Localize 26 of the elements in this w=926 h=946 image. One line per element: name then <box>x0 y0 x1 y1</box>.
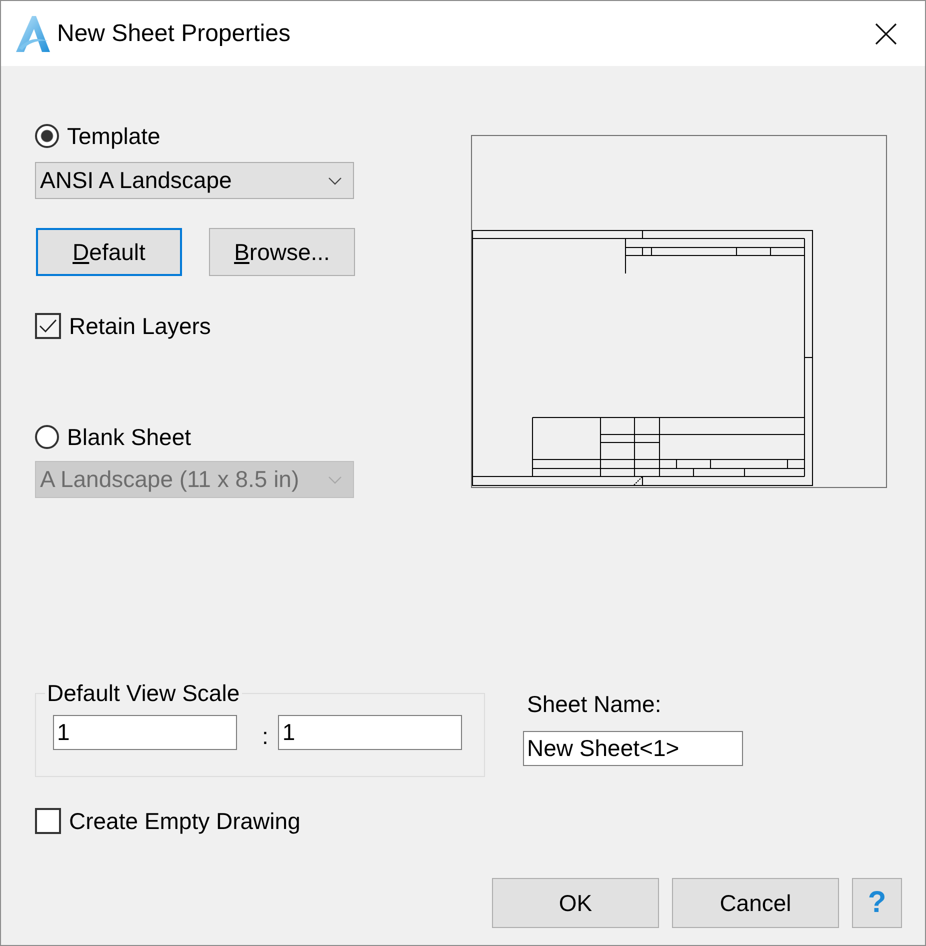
ratio-separator: : <box>262 724 268 750</box>
blank-sheet-option-label: Blank Sheet <box>67 425 192 449</box>
app-logo-icon <box>15 14 51 52</box>
chevron-down-icon <box>328 176 342 184</box>
close-icon <box>875 22 897 44</box>
radio-button[interactable] <box>35 124 59 148</box>
create-empty-drawing-label: Create Empty Drawing <box>69 809 300 833</box>
cancel-button[interactable]: Cancel <box>672 878 839 928</box>
view-scale-group-label: Default View Scale <box>46 681 241 705</box>
window-title: New Sheet Properties <box>57 18 290 48</box>
sheet-name-label: Sheet Name: <box>526 692 662 716</box>
browse-button[interactable]: Browse... <box>209 228 355 276</box>
sheet-name-field[interactable]: New Sheet<1> <box>523 731 743 766</box>
template-option-label: Template <box>67 124 160 148</box>
template-dropdown[interactable]: ANSI A Landscape <box>35 162 354 199</box>
radio-button[interactable] <box>35 425 59 449</box>
checkmark-icon <box>39 319 57 333</box>
close-button[interactable] <box>875 22 897 44</box>
default-button[interactable]: Default <box>36 228 182 276</box>
chevron-down-icon <box>328 476 342 484</box>
retain-layers-label: Retain Layers <box>69 314 211 338</box>
checkbox[interactable] <box>35 808 61 834</box>
scale-numerator-field[interactable]: 1 <box>53 715 237 750</box>
scale-denominator-field[interactable]: 1 <box>278 715 462 750</box>
ok-button[interactable]: OK <box>492 878 659 928</box>
checkbox[interactable] <box>35 313 61 339</box>
